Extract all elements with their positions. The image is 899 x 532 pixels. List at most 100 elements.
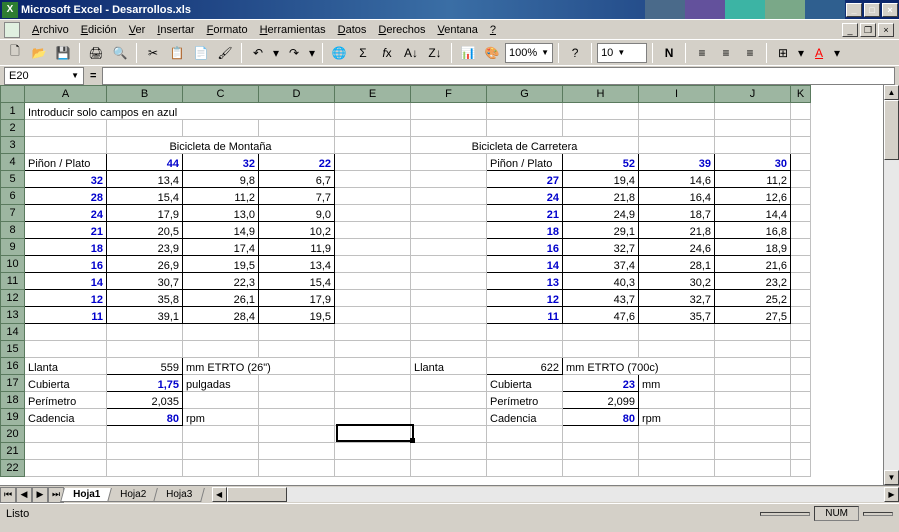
cell-D8[interactable]: 10,2 bbox=[259, 222, 335, 239]
cell-A18[interactable]: Perímetro bbox=[25, 392, 107, 409]
cell-A4[interactable]: Piñon / Plato bbox=[25, 154, 107, 171]
cell-B11[interactable]: 30,7 bbox=[107, 273, 183, 290]
cell-E2[interactable] bbox=[335, 120, 411, 137]
cell-K1[interactable] bbox=[791, 103, 811, 120]
cell-E1[interactable] bbox=[335, 103, 411, 120]
cell-H9[interactable]: 32,7 bbox=[563, 239, 639, 256]
save-button[interactable]: 💾 bbox=[52, 42, 74, 64]
cell-F9[interactable] bbox=[411, 239, 487, 256]
colheader-E[interactable]: E bbox=[335, 86, 411, 103]
cell-F13[interactable] bbox=[411, 307, 487, 324]
cell-A11[interactable]: 14 bbox=[25, 273, 107, 290]
cell-I15[interactable] bbox=[639, 341, 715, 358]
cell-B16[interactable]: 559 bbox=[107, 358, 183, 375]
hyperlink-button[interactable]: 🌐 bbox=[328, 42, 350, 64]
cell-K18[interactable] bbox=[791, 392, 811, 409]
paste-button[interactable]: 📄 bbox=[190, 42, 212, 64]
help-button[interactable]: ? bbox=[564, 42, 586, 64]
sort-asc-button[interactable]: A↓ bbox=[400, 42, 422, 64]
cell-A9[interactable]: 18 bbox=[25, 239, 107, 256]
rowheader-14[interactable]: 14 bbox=[1, 324, 25, 341]
colheader-I[interactable]: I bbox=[639, 86, 715, 103]
cut-button[interactable]: ✂ bbox=[142, 42, 164, 64]
cell-J6[interactable]: 12,6 bbox=[715, 188, 791, 205]
tab-prev-button[interactable]: ◀ bbox=[16, 487, 32, 503]
rowheader-16[interactable]: 16 bbox=[1, 358, 25, 375]
cell-A5[interactable]: 32 bbox=[25, 171, 107, 188]
cell-K5[interactable] bbox=[791, 171, 811, 188]
cell-I22[interactable] bbox=[639, 460, 715, 477]
cell-F6[interactable] bbox=[411, 188, 487, 205]
cell-K3[interactable] bbox=[791, 137, 811, 154]
cell-I7[interactable]: 18,7 bbox=[639, 205, 715, 222]
cell-J1[interactable] bbox=[715, 103, 791, 120]
cell-A20[interactable] bbox=[25, 426, 107, 443]
cell-G22[interactable] bbox=[487, 460, 563, 477]
cell-D9[interactable]: 11,9 bbox=[259, 239, 335, 256]
rowheader-20[interactable]: 20 bbox=[1, 426, 25, 443]
colheader-A[interactable]: A bbox=[25, 86, 107, 103]
cell-H14[interactable] bbox=[563, 324, 639, 341]
cell-A8[interactable]: 21 bbox=[25, 222, 107, 239]
cell-I6[interactable]: 16,4 bbox=[639, 188, 715, 205]
cell-I18[interactable] bbox=[639, 392, 715, 409]
cell-J4[interactable]: 30 bbox=[715, 154, 791, 171]
cell-D10[interactable]: 13,4 bbox=[259, 256, 335, 273]
cell-D18[interactable] bbox=[259, 392, 335, 409]
cell-K13[interactable] bbox=[791, 307, 811, 324]
cell-K17[interactable] bbox=[791, 375, 811, 392]
cell-E19[interactable] bbox=[335, 409, 411, 426]
cell-G17[interactable]: Cubierta bbox=[487, 375, 563, 392]
cell-E17[interactable] bbox=[335, 375, 411, 392]
cell-H17[interactable]: 23 bbox=[563, 375, 639, 392]
cell-K22[interactable] bbox=[791, 460, 811, 477]
cell-E4[interactable] bbox=[335, 154, 411, 171]
cell-K16[interactable] bbox=[791, 358, 811, 375]
sheet-tab-hoja2[interactable]: Hoja2 bbox=[107, 488, 159, 502]
cell-A14[interactable] bbox=[25, 324, 107, 341]
colheader-G[interactable]: G bbox=[487, 86, 563, 103]
cell-F18[interactable] bbox=[411, 392, 487, 409]
cell-H21[interactable] bbox=[563, 443, 639, 460]
cell-B3[interactable]: Bicicleta de Montaña bbox=[107, 137, 335, 154]
rowheader-6[interactable]: 6 bbox=[1, 188, 25, 205]
cell-G7[interactable]: 21 bbox=[487, 205, 563, 222]
colheader-D[interactable]: D bbox=[259, 86, 335, 103]
cell-F2[interactable] bbox=[411, 120, 487, 137]
cell-H16[interactable]: mm ETRTO (700c) bbox=[563, 358, 715, 375]
cell-G1[interactable] bbox=[487, 103, 563, 120]
cell-B4[interactable]: 44 bbox=[107, 154, 183, 171]
cell-F3[interactable]: Bicicleta de Carretera bbox=[411, 137, 639, 154]
cell-H4[interactable]: 52 bbox=[563, 154, 639, 171]
cell-G4[interactable]: Piñon / Plato bbox=[487, 154, 563, 171]
cell-B22[interactable] bbox=[107, 460, 183, 477]
cell-D7[interactable]: 9,0 bbox=[259, 205, 335, 222]
scroll-left-button[interactable]: ◀ bbox=[212, 487, 227, 502]
cell-A1[interactable]: Introducir solo campos en azul bbox=[25, 103, 335, 120]
cell-E21[interactable] bbox=[335, 443, 411, 460]
cell-E20[interactable] bbox=[335, 426, 411, 443]
cell-K10[interactable] bbox=[791, 256, 811, 273]
cell-K8[interactable] bbox=[791, 222, 811, 239]
doc-restore-button[interactable]: ❐ bbox=[860, 23, 876, 37]
cell-J22[interactable] bbox=[715, 460, 791, 477]
undo-dropdown[interactable]: ▾ bbox=[271, 42, 281, 64]
cell-D14[interactable] bbox=[259, 324, 335, 341]
cell-I3[interactable] bbox=[639, 137, 715, 154]
colheader-J[interactable]: J bbox=[715, 86, 791, 103]
cell-E15[interactable] bbox=[335, 341, 411, 358]
cell-D11[interactable]: 15,4 bbox=[259, 273, 335, 290]
cell-H6[interactable]: 21,8 bbox=[563, 188, 639, 205]
cell-E10[interactable] bbox=[335, 256, 411, 273]
rowheader-22[interactable]: 22 bbox=[1, 460, 25, 477]
cell-G13[interactable]: 11 bbox=[487, 307, 563, 324]
redo-button[interactable]: ↷ bbox=[283, 42, 305, 64]
cell-A17[interactable]: Cubierta bbox=[25, 375, 107, 392]
print-button[interactable]: 🖨 bbox=[85, 42, 107, 64]
bold-button[interactable]: N bbox=[658, 42, 680, 64]
cell-E18[interactable] bbox=[335, 392, 411, 409]
rowheader-2[interactable]: 2 bbox=[1, 120, 25, 137]
cell-K2[interactable] bbox=[791, 120, 811, 137]
spreadsheet-grid[interactable]: ABCDEFGHIJK1Introducir solo campos en az… bbox=[0, 85, 811, 477]
cell-H8[interactable]: 29,1 bbox=[563, 222, 639, 239]
